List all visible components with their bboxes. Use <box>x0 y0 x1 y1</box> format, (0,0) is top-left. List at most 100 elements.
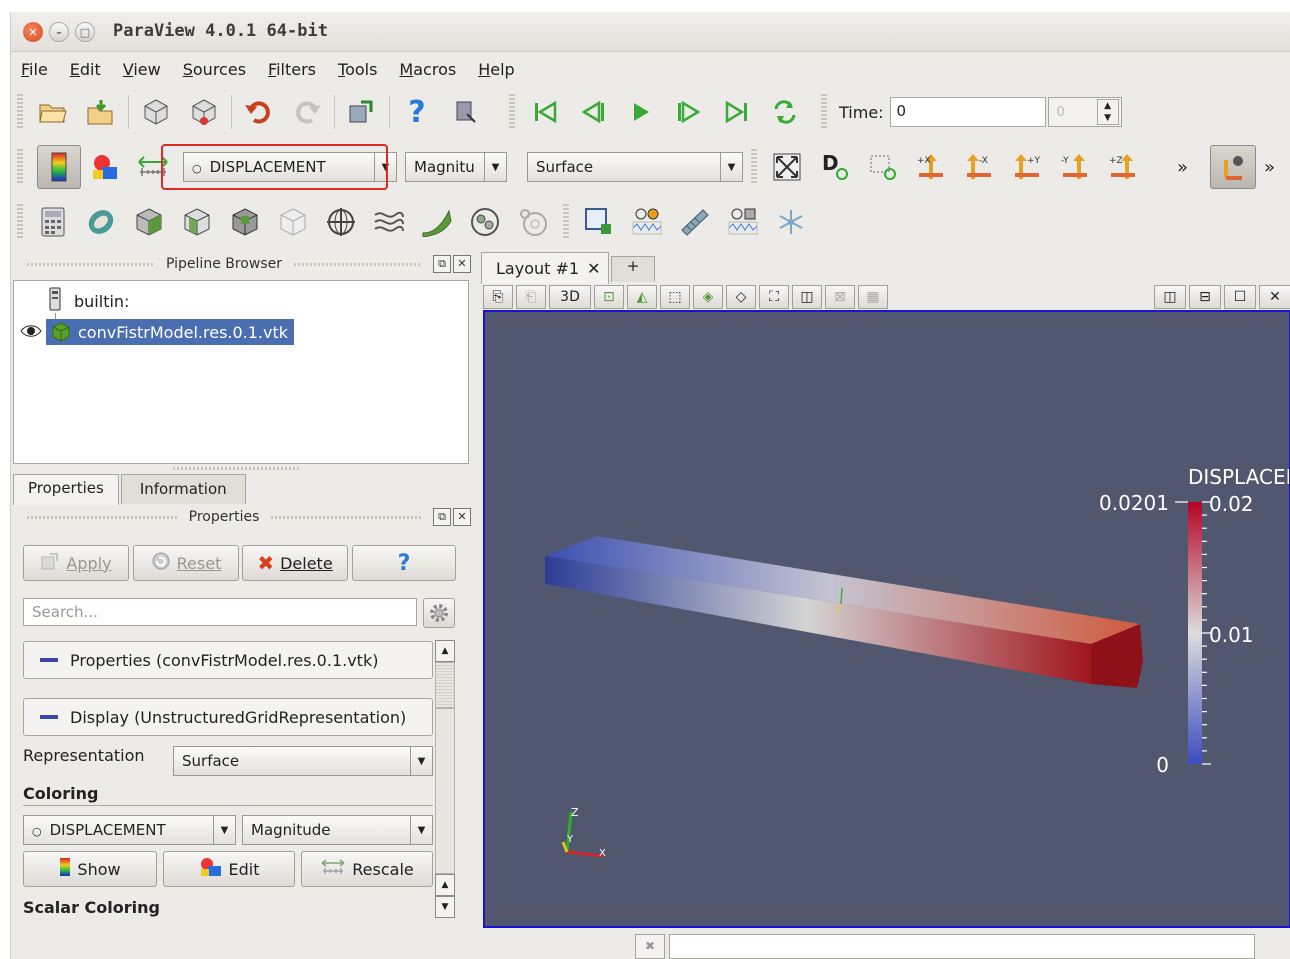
menu-file[interactable]: File <box>21 60 48 79</box>
toolbar-grip[interactable] <box>17 204 23 240</box>
redo-icon[interactable] <box>290 95 324 129</box>
clear-selection-icon[interactable]: ▦ <box>858 285 888 309</box>
representation-select[interactable]: Surface ▼ <box>527 152 743 182</box>
maximize-view-icon[interactable]: ☐ <box>1224 285 1256 309</box>
scroll-down-arrow[interactable]: ▼ <box>435 896 455 918</box>
search-input[interactable]: Search... <box>23 598 417 626</box>
scroll-up-arrow[interactable]: ▲ <box>435 640 455 662</box>
previous-frame-icon[interactable] <box>576 95 610 129</box>
tab-information[interactable]: Information <box>120 474 246 504</box>
float-dock-button[interactable]: ⧉ <box>433 508 452 526</box>
split-vertical-icon[interactable]: ⊟ <box>1189 285 1221 309</box>
component-select[interactable]: Magnitu ▼ <box>405 152 507 182</box>
new-layout-tab[interactable]: + <box>611 256 655 282</box>
reset-camera-icon[interactable] <box>770 150 804 184</box>
pipeline-root-row[interactable]: builtin: <box>48 287 129 315</box>
play-icon[interactable] <box>624 95 658 129</box>
pipeline-source-row[interactable]: convFistrModel.res.0.1.vtk <box>20 319 295 345</box>
menu-view[interactable]: View <box>123 60 161 79</box>
capture-view-icon[interactable]: ⎘ <box>483 285 513 309</box>
view-plus-x-icon[interactable]: +X <box>914 150 948 184</box>
view-plus-z-icon[interactable]: +Z <box>1106 150 1140 184</box>
close-icon[interactable]: ✕ <box>587 259 600 278</box>
scroll-up-arrow[interactable]: ▲ <box>435 874 455 896</box>
render-view[interactable]: Z Y X DISPLACEM 0.0201 0.02 0.01 0 <box>483 310 1290 928</box>
last-frame-icon[interactable] <box>720 95 754 129</box>
coloring-component-select[interactable]: Magnitude ▼ <box>242 815 433 845</box>
toolbar-grip[interactable] <box>751 149 757 185</box>
interactive-select-icon[interactable]: ◫ <box>792 285 822 309</box>
tab-layout-1[interactable]: Layout #1 ✕ <box>481 252 609 284</box>
rescale-button[interactable]: Rescale <box>301 851 433 887</box>
first-frame-icon[interactable] <box>528 95 562 129</box>
clip-icon[interactable] <box>132 205 166 239</box>
adjust-camera-icon[interactable]: ⊡ <box>594 285 624 309</box>
more-tools-button[interactable]: » <box>1177 157 1188 178</box>
toolbar-grip[interactable] <box>17 149 23 185</box>
plot-data-icon[interactable] <box>726 205 760 239</box>
close-view-icon[interactable]: ✕ <box>1259 285 1290 309</box>
toggle-3d-button[interactable]: 3D <box>549 285 591 309</box>
extract-subset-icon[interactable] <box>276 205 310 239</box>
polygon-select-icon[interactable]: ⊠ <box>825 285 855 309</box>
view-minus-y-icon[interactable]: -Y <box>1058 150 1092 184</box>
maximize-window-button[interactable]: □ <box>75 22 95 42</box>
more-tools-button-2[interactable]: » <box>1264 157 1275 178</box>
spin-arrows[interactable]: ▲ ▼ <box>1096 99 1119 125</box>
select-points-through-icon[interactable]: ◇ <box>726 285 756 309</box>
chevron-down-icon[interactable]: ▼ <box>213 816 235 844</box>
beam-mesh[interactable] <box>545 536 1143 688</box>
select-points-icon[interactable]: ⬚ <box>660 285 690 309</box>
toolbar-grip[interactable] <box>821 94 827 130</box>
split-horizontal-icon[interactable]: ◫ <box>1154 285 1186 309</box>
scrollbar-thumb[interactable] <box>435 662 455 708</box>
pipeline-source-selected[interactable]: convFistrModel.res.0.1.vtk <box>46 319 295 345</box>
select-block-icon[interactable]: ⛶ <box>759 285 789 309</box>
scrollbar-track[interactable] <box>435 708 455 874</box>
tab-properties[interactable]: Properties <box>13 474 119 505</box>
delete-button[interactable]: ✖ Delete <box>242 545 348 581</box>
menu-help[interactable]: Help <box>478 60 514 79</box>
clear-status-icon[interactable]: ✖ <box>635 934 665 959</box>
view-plus-y-icon[interactable]: +Y <box>1010 150 1044 184</box>
reset-button[interactable]: Reset <box>133 545 239 581</box>
loop-icon[interactable] <box>768 95 802 129</box>
pick-center-icon[interactable] <box>448 95 482 129</box>
coloring-array-select[interactable]: ○ DISPLACEMENT ▼ <box>23 815 236 845</box>
connect-server-icon[interactable] <box>345 95 379 129</box>
undo-icon[interactable] <box>242 95 276 129</box>
threshold-icon[interactable] <box>228 205 262 239</box>
edit-color-map-icon[interactable] <box>88 150 122 184</box>
menu-macros[interactable]: Macros <box>399 60 456 79</box>
plot-over-line-icon[interactable] <box>630 205 664 239</box>
contour-icon[interactable] <box>84 205 118 239</box>
toolbar-grip[interactable] <box>509 94 515 130</box>
color-legend[interactable]: DISPLACEM 0.0201 0.02 0.01 0 <box>1099 465 1290 777</box>
view-minus-x-icon[interactable]: -X <box>962 150 996 184</box>
advanced-settings-button[interactable] <box>423 598 455 628</box>
zoom-to-data-icon[interactable]: D <box>818 150 852 184</box>
help-icon[interactable]: ? <box>400 95 434 130</box>
display-section[interactable]: Display (UnstructuredGridRepresentation) <box>23 698 433 736</box>
calculator-icon[interactable] <box>36 205 70 239</box>
time-input[interactable]: 0 <box>889 97 1046 127</box>
glyph-icon[interactable] <box>324 205 358 239</box>
python-filter-icon[interactable] <box>774 205 808 239</box>
warp-by-vector-icon[interactable] <box>420 205 454 239</box>
representation-panel-select[interactable]: Surface ▼ <box>173 746 433 776</box>
stream-tracer-icon[interactable] <box>372 205 406 239</box>
toggle-orientation-axes-button[interactable] <box>1210 145 1257 189</box>
help-button[interactable]: ? <box>352 545 456 581</box>
menu-edit[interactable]: Edit <box>70 60 101 79</box>
select-cells-icon[interactable]: ◭ <box>627 285 657 309</box>
menu-tools[interactable]: Tools <box>338 60 377 79</box>
apply-button[interactable]: Apply <box>23 545 129 581</box>
close-dock-button[interactable]: ✕ <box>453 255 472 273</box>
toggle-color-legend-button[interactable] <box>37 145 81 189</box>
minimize-window-button[interactable]: – <box>49 22 69 42</box>
slice-icon[interactable] <box>180 205 214 239</box>
select-cells-on-icon[interactable] <box>582 205 616 239</box>
float-dock-button[interactable]: ⧉ <box>433 255 452 273</box>
close-dock-button[interactable]: ✕ <box>453 508 472 526</box>
camera-undo-icon[interactable]: ⎗ <box>516 285 546 309</box>
